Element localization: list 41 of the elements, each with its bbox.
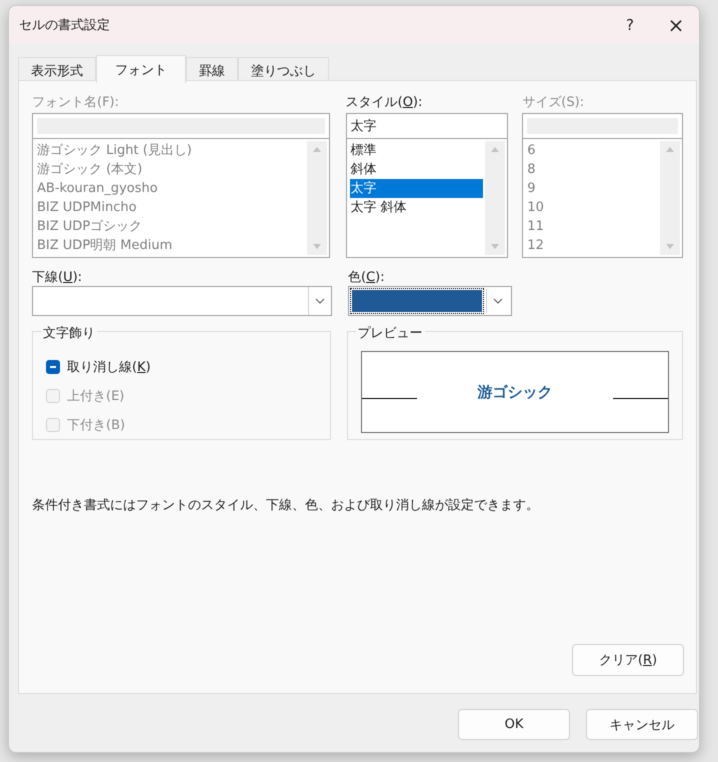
field-label: フォント名(F): — [32, 94, 120, 112]
list-item[interactable]: 標準 — [350, 141, 484, 160]
underline-dropdown[interactable] — [32, 286, 332, 316]
list-item[interactable]: 太字 斜体 — [350, 198, 484, 217]
scroll-up-icon — [490, 145, 500, 153]
field-label: 下線(U): — [32, 269, 82, 286]
text-field[interactable] — [32, 113, 330, 139]
list-box[interactable]: 標準 斜体 太字 太字 斜体 — [346, 139, 508, 258]
scroll-down-icon — [312, 243, 322, 251]
list-item[interactable]: 太字 — [350, 179, 484, 198]
scrollbar[interactable] — [485, 141, 506, 255]
checkbox-label: 取り消し線(K) — [67, 358, 151, 376]
scroll-up-icon — [312, 145, 322, 153]
ok-button[interactable]: OK — [458, 709, 570, 740]
group-title: プレビュー — [356, 324, 425, 342]
scroll-up-icon — [665, 145, 675, 153]
cancel-button[interactable]: キャンセル — [586, 709, 698, 740]
scroll-down-icon — [665, 243, 675, 251]
scrollbar[interactable] — [660, 141, 680, 255]
window-title: セルの書式設定 — [19, 16, 110, 34]
tab[interactable]: フォント — [96, 55, 186, 83]
field-label: スタイル(O): — [346, 94, 422, 112]
close-button[interactable]: × — [653, 6, 699, 42]
clear-button[interactable]: クリア(R) — [572, 644, 684, 676]
scroll-down-icon — [490, 243, 500, 251]
checkbox-label: 下付き(B) — [67, 416, 126, 434]
checkbox-label: 上付き(E) — [67, 388, 124, 404]
chevron-down-icon — [493, 298, 503, 304]
group-title: 文字飾り — [41, 324, 97, 342]
chevron-down-icon — [315, 298, 325, 304]
text-field[interactable]: 太字 — [346, 113, 508, 139]
help-button[interactable]: ? — [607, 6, 653, 42]
checkbox[interactable] — [46, 360, 60, 374]
preview-text: 游ゴシック — [477, 382, 552, 402]
color-dropdown[interactable] — [348, 286, 512, 316]
text-field[interactable] — [522, 113, 683, 139]
list-item[interactable]: 斜体 — [350, 160, 484, 179]
field-label: 色(C): — [348, 269, 385, 286]
field-label: サイズ(S): — [522, 94, 584, 112]
scrollbar[interactable] — [306, 141, 327, 255]
note-text: 条件付き書式にはフォントのスタイル、下線、色、および取り消し線が設定できます。 — [32, 497, 540, 514]
